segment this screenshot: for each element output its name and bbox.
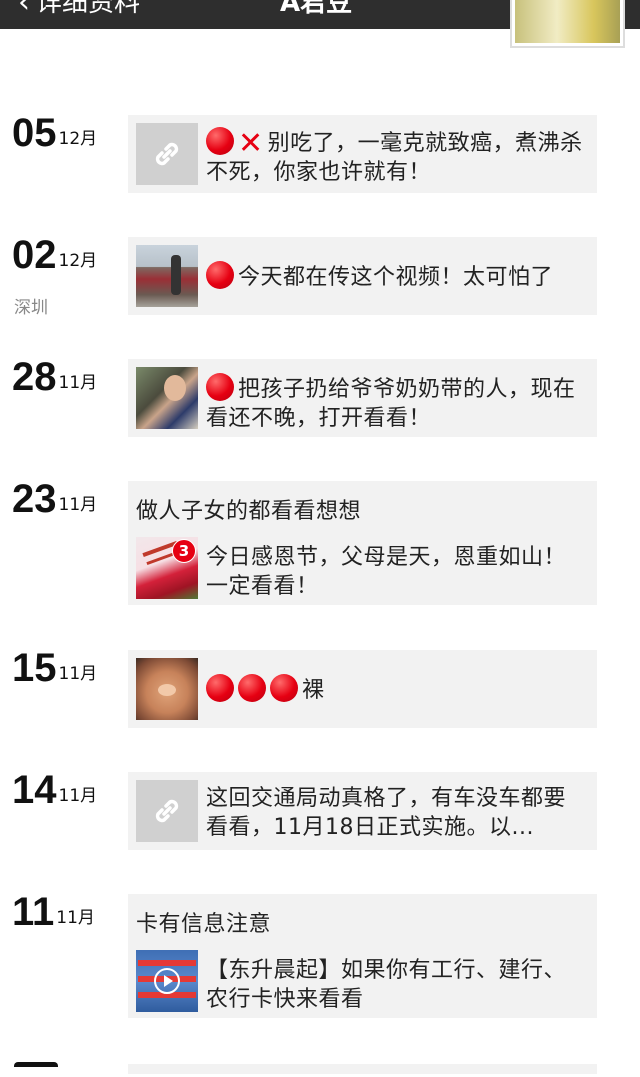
date-month: 11月 [58,664,98,684]
date-day: 14 [12,768,57,812]
shared-link-card[interactable]: 裸 [128,650,597,728]
shared-link-card[interactable]: 今天都在传这个视频！太可怕了 [128,237,597,315]
date-month: 12月 [58,251,98,271]
post-caption: 做人子女的都看看想想 [136,499,362,524]
link-title: 这回交通局动真格了，有车没车都要看看，11月18日正式实施。以... [206,786,567,840]
shared-link-card[interactable]: ✕ 别吃了，一毫克就致癌，煮沸杀不死，你家也许就有！ [128,115,597,193]
post-date: 11 11月 [12,892,95,932]
link-icon [136,123,198,185]
link-title: 裸 [206,674,325,705]
woman-photo-thumbnail [136,367,198,429]
date-month: 12月 [58,129,98,149]
date-month: 11月 [58,373,98,393]
back-label: 详细资料 [36,0,141,18]
date-day: 23 [12,477,57,521]
post-date: 14 11月 [12,770,97,810]
red-circle-emoji [206,373,234,401]
red-circle-emoji [238,674,266,702]
red-circle-emoji [206,674,234,702]
red-circle-emoji [206,127,234,155]
link-title: ✕ 别吃了，一毫克就致癌，煮沸杀不死，你家也许就有！ [206,126,583,185]
post-date: 23 11月 [12,479,97,519]
link-icon [136,780,198,842]
red-circle-emoji [270,674,298,702]
red-circle-emoji [206,261,234,289]
post-date: 02 12月 [12,235,97,275]
shared-link-card[interactable] [128,1064,597,1074]
flowers-photo-thumbnail: 3 [136,537,198,599]
date-day: 28 [12,355,57,399]
date-day: 02 [12,233,57,277]
date-month: 11月 [56,908,95,928]
date-month: 11月 [58,495,98,515]
hand-photo-thumbnail [136,658,198,720]
date-day: 11 [12,890,55,934]
date-day: 05 [12,111,57,155]
profile-cover-thumbnail[interactable] [510,0,625,48]
back-button[interactable]: ‹ 详细资料 [18,0,140,18]
date-day-cutoff [14,1062,58,1077]
chevron-left-icon: ‹ [18,0,30,20]
play-icon [154,968,180,994]
shared-link-card[interactable]: 卡有信息注意 【东升晨起】如果你有工行、建行、农行卡快来看看 [128,894,597,1018]
link-title: 【东升晨起】如果你有工行、建行、农行卡快来看看 [206,958,567,1012]
date-month: 11月 [58,786,98,806]
bank-video-thumbnail [136,950,198,1012]
shared-link-card[interactable]: 做人子女的都看看想想 3 今日感恩节，父母是天，恩重如山！一定看看！ [128,481,597,605]
shared-link-card[interactable]: 把孩子扔给爷爷奶奶带的人，现在看还不晚，打开看看！ [128,359,597,437]
car-photo-thumbnail [136,245,198,307]
link-title: 今天都在传这个视频！太可怕了 [206,261,553,292]
shared-link-card[interactable]: 这回交通局动真格了，有车没车都要看看，11月18日正式实施。以... [128,772,597,850]
red-x-emoji: ✕ [238,126,264,161]
page-title: A君豆 [280,0,353,18]
post-date: 28 11月 [12,357,97,397]
post-caption: 卡有信息注意 [136,912,272,937]
link-title: 今日感恩节，父母是天，恩重如山！一定看看！ [206,545,567,599]
post-location: 深圳 [14,298,48,318]
date-day: 15 [12,646,57,690]
badge-count: 3 [172,539,196,563]
post-date: 15 11月 [12,648,97,688]
post-date: 05 12月 [12,113,97,153]
link-title: 把孩子扔给爷爷奶奶带的人，现在看还不晚，打开看看！ [206,373,587,433]
